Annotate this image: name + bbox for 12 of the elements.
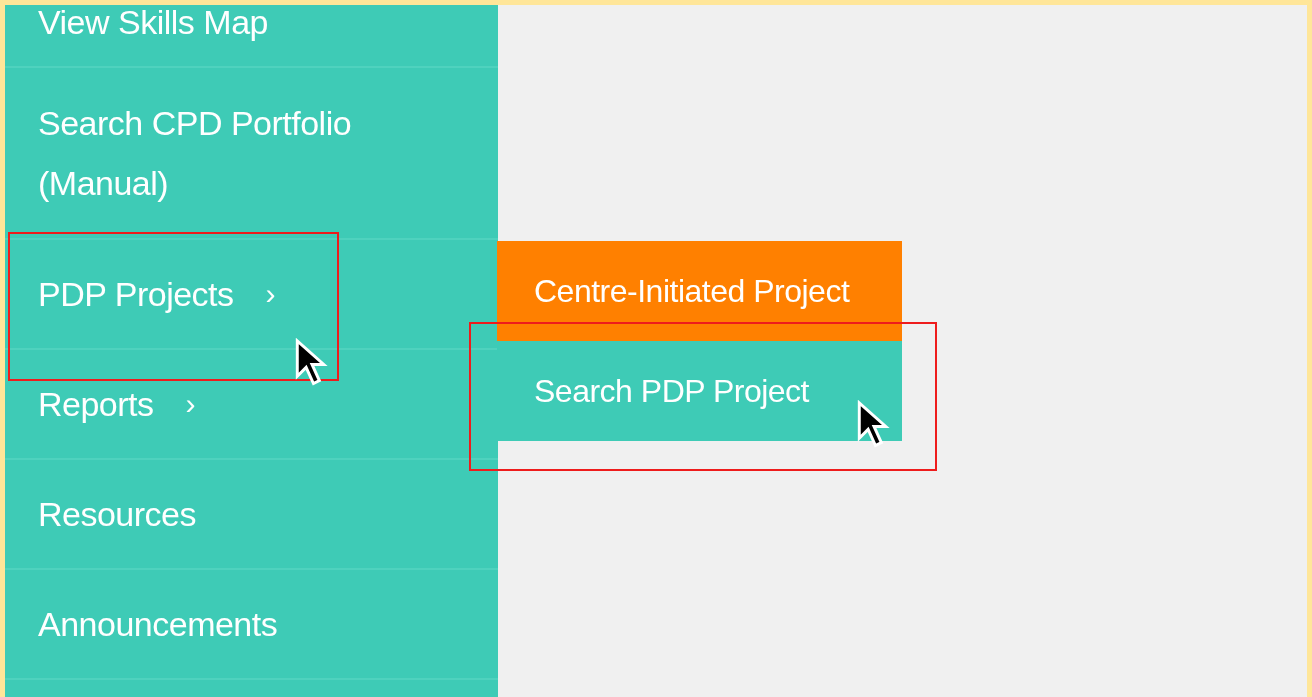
- submenu-item[interactable]: Search PDP Project: [497, 341, 902, 441]
- sidebar-item[interactable]: Reports: [38, 384, 154, 424]
- sidebar-item[interactable]: Search CPD Portfolio (Manual): [38, 93, 398, 213]
- sidebar-item[interactable]: PDP Projects: [38, 274, 234, 314]
- cursor-icon: [856, 400, 892, 450]
- sidebar-item[interactable]: Announcements: [38, 604, 278, 644]
- cursor-icon: [294, 338, 330, 388]
- sidebar-item[interactable]: Resources: [38, 494, 196, 534]
- submenu-item[interactable]: Centre-Initiated Project: [497, 241, 902, 341]
- chevron: ›: [185, 387, 196, 421]
- sidebar-item[interactable]: View Skills Map: [38, 5, 268, 39]
- chevron: ›: [265, 277, 276, 311]
